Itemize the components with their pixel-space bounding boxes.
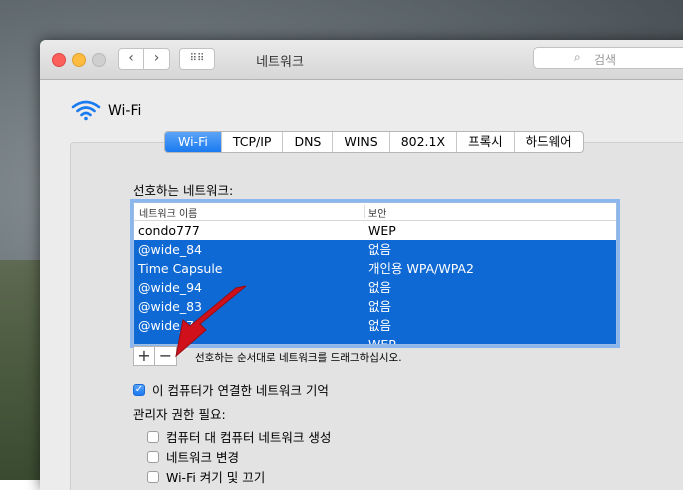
tab-dns[interactable]: DNS — [282, 132, 332, 152]
table-row[interactable]: condo777 WEP — [134, 221, 616, 240]
checkbox-box — [147, 430, 159, 443]
network-name: Time Capsule — [138, 261, 223, 276]
service-name: Wi-Fi — [108, 103, 142, 119]
search-icon: ⌕ — [574, 50, 581, 64]
tab-tcpip[interactable]: TCP/IP — [220, 132, 283, 152]
network-security: 없음 — [368, 280, 392, 295]
checkmark-icon: ✓ — [133, 383, 145, 396]
tab-wifi[interactable]: Wi-Fi — [165, 132, 221, 152]
tab-wins[interactable]: WINS — [332, 132, 388, 152]
network-name: @wide_84 — [138, 242, 202, 257]
tab-hardware[interactable]: 하드웨어 — [513, 132, 583, 152]
remember-networks-label: 이 컴퓨터가 연결한 네트워크 기억 — [152, 383, 329, 398]
wifi-icon — [71, 100, 101, 121]
remove-network-button[interactable]: − — [155, 346, 177, 366]
network-name: @wide_94 — [138, 280, 202, 295]
admin-required-label: 관리자 권한 필요: — [133, 407, 226, 422]
table-row[interactable]: @wide_84 없음 — [134, 240, 616, 259]
search-placeholder: 검색 — [594, 53, 617, 67]
network-security: 개인용 WPA/WPA2 — [368, 261, 474, 276]
network-security: 없음 — [368, 242, 392, 257]
change-networks-checkbox[interactable]: 네트워크 변경 — [147, 447, 239, 466]
network-name: @wide_83 — [138, 299, 202, 314]
network-security: 없음 — [368, 299, 392, 314]
title-bar: ‹ › ⠿⠿ 네트워크 ⌕ 검색 — [40, 40, 683, 80]
tab-8021x[interactable]: 802.1X — [388, 132, 456, 152]
table-header: 네트워크 이름 보안 — [134, 203, 616, 221]
preferred-networks-label: 선호하는 네트워크: — [133, 183, 234, 198]
network-security: 없음 — [368, 318, 392, 333]
network-name: condo777 — [138, 223, 200, 238]
window-title: 네트워크 — [256, 55, 304, 70]
table-row[interactable]: WEP — [134, 335, 616, 345]
preferred-networks-table[interactable]: 네트워크 이름 보안 condo777 WEP @wide_84 없음 Time… — [133, 202, 617, 345]
remember-networks-checkbox[interactable]: ✓ 이 컴퓨터가 연결한 네트워크 기억 — [133, 380, 329, 399]
table-row[interactable]: @wide_94 없음 — [134, 278, 616, 297]
table-row[interactable]: Time Capsule 개인용 WPA/WPA2 — [134, 259, 616, 278]
table-row[interactable]: @wide_83 없음 — [134, 297, 616, 316]
column-header-security[interactable]: 보안 — [368, 205, 386, 220]
column-divider — [364, 205, 365, 218]
network-security: WEP — [368, 223, 396, 238]
tab-bar: Wi-Fi TCP/IP DNS WINS 802.1X 프록시 하드웨어 — [164, 131, 584, 153]
drag-order-hint: 선호하는 순서대로 네트워크를 드래그하십시오. — [195, 352, 402, 364]
checkbox-label: 네트워크 변경 — [166, 450, 239, 465]
create-computer-networks-checkbox[interactable]: 컴퓨터 대 컴퓨터 네트워크 생성 — [147, 427, 331, 446]
network-preferences-window: ‹ › ⠿⠿ 네트워크 ⌕ 검색 Wi-Fi Wi-Fi TCP/IP DNS … — [40, 40, 683, 490]
network-name: @wide_7 — [138, 318, 195, 333]
add-network-button[interactable]: + — [133, 346, 155, 366]
column-header-name[interactable]: 네트워크 이름 — [139, 205, 197, 220]
checkbox-box — [147, 450, 159, 463]
network-security: WEP — [368, 337, 396, 345]
wifi-toggle-checkbox[interactable]: Wi-Fi 켜기 및 끄기 — [147, 467, 265, 486]
search-input[interactable]: ⌕ 검색 — [533, 47, 683, 69]
add-remove-buttons: + − — [133, 346, 177, 366]
checkbox-box — [147, 470, 159, 483]
tab-proxy[interactable]: 프록시 — [456, 132, 514, 152]
checkbox-label: Wi-Fi 켜기 및 끄기 — [166, 470, 266, 485]
table-row[interactable]: @wide_7 없음 — [134, 316, 616, 335]
checkbox-label: 컴퓨터 대 컴퓨터 네트워크 생성 — [166, 430, 332, 445]
